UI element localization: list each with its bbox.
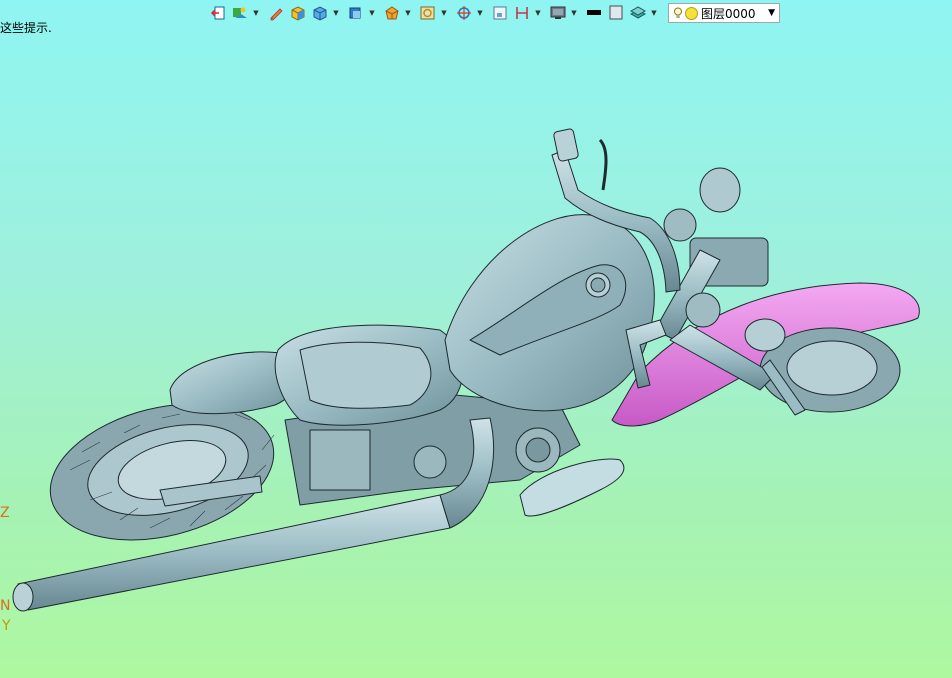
turn-signal[interactable] xyxy=(744,318,786,352)
headlight[interactable] xyxy=(699,167,741,213)
axis-n-label: N xyxy=(0,598,11,614)
motorcycle-model[interactable] xyxy=(12,128,920,612)
axis-y-label: Y xyxy=(2,618,11,634)
model-viewport[interactable] xyxy=(0,0,952,678)
axis-z-label: Z xyxy=(0,505,10,521)
